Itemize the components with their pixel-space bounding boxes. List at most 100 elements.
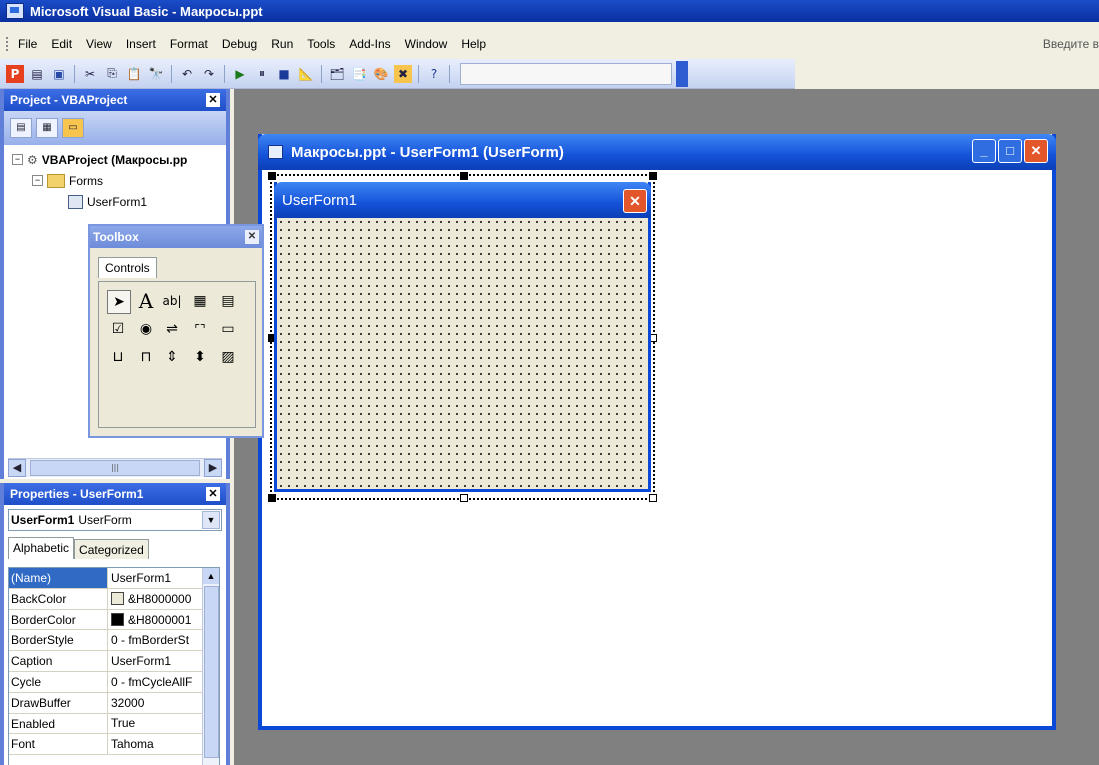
menu-edit[interactable]: Edit [51, 37, 72, 51]
object-browser-icon[interactable]: 🎨 [372, 65, 390, 83]
togglebutton-icon[interactable]: ⇌ [161, 318, 183, 340]
spinbutton-icon[interactable]: ⬍ [189, 346, 211, 368]
project-explorer-toolbar: ▤ ▦ ▭ [4, 111, 226, 145]
menu-format[interactable]: Format [170, 37, 208, 51]
toolbox-icon[interactable]: ✖ [394, 64, 412, 83]
image-icon[interactable]: ▨ [217, 346, 239, 368]
undo-icon[interactable]: ↶ [178, 65, 196, 83]
maximize-icon[interactable]: □ [998, 139, 1022, 163]
app-title-bar[interactable]: Microsoft Visual Basic - Макросы.ppt [0, 0, 1099, 22]
menu-add-ins[interactable]: Add-Ins [349, 37, 390, 51]
standard-toolbar: P ▤ ▣ ✂ ⎘ 📋 🔭 ↶ ↷ ▶ ⏸ ■ 📐 🗂 📑 🎨 ✖ ? [0, 59, 795, 89]
scroll-up-icon[interactable]: ▲ [203, 568, 219, 584]
property-row[interactable]: Caption UserForm1 [9, 651, 219, 672]
resize-handle[interactable] [649, 172, 657, 180]
property-row[interactable]: BackColor &H8000000 [9, 588, 219, 610]
chevron-down-icon[interactable]: ▼ [202, 511, 220, 529]
property-row[interactable]: Font Tahoma [9, 734, 219, 756]
menu-window[interactable]: Window [405, 37, 448, 51]
object-type: UserForm [78, 513, 132, 527]
view-code-icon[interactable]: ▤ [10, 118, 32, 138]
resize-handle[interactable] [268, 494, 276, 502]
tab-controls[interactable]: Controls [98, 257, 157, 278]
close-icon[interactable]: ✕ [1024, 139, 1048, 163]
redo-icon[interactable]: ↷ [200, 65, 218, 83]
menu-view[interactable]: View [86, 37, 112, 51]
resize-handle[interactable] [460, 172, 468, 180]
scroll-right-icon[interactable]: ▶ [204, 459, 222, 477]
toolbox-title-bar[interactable]: Toolbox ✕ [90, 226, 262, 248]
menu-file[interactable]: File [18, 37, 37, 51]
tabstrip-icon[interactable]: ⊔ [107, 346, 129, 368]
close-icon[interactable]: ✕ [245, 230, 259, 244]
powerpoint-icon[interactable]: P [6, 64, 24, 83]
userform-icon [268, 145, 283, 159]
find-icon[interactable]: 🔭 [147, 65, 165, 83]
close-icon[interactable]: ✕ [206, 487, 220, 501]
tab-alphabetic[interactable]: Alphabetic [8, 537, 75, 559]
scroll-thumb[interactable] [204, 586, 219, 758]
save-icon[interactable]: ▣ [50, 65, 68, 83]
property-row[interactable]: Cycle 0 - fmCycleAllF [9, 671, 219, 693]
optionbutton-icon[interactable]: ◉ [135, 318, 157, 340]
textbox-icon[interactable]: ab| [161, 290, 183, 312]
object-selector[interactable]: UserForm1 UserForm ▼ [8, 509, 222, 531]
project-horizontal-scrollbar[interactable]: ◀ ||| ▶ [8, 458, 222, 477]
collapse-icon[interactable]: − [32, 175, 43, 186]
close-icon[interactable]: ✕ [623, 189, 647, 213]
break-icon[interactable]: ⏸ [253, 65, 271, 83]
userform-grid-canvas[interactable] [277, 218, 648, 489]
scrollbar-icon[interactable]: ⇕ [161, 346, 183, 368]
minimize-icon[interactable]: _ [972, 139, 996, 163]
scroll-thumb[interactable]: ||| [30, 460, 200, 476]
multipage-icon[interactable]: ⊓ [135, 346, 157, 368]
menu-grip[interactable] [6, 37, 12, 51]
ask-question-box[interactable]: Введите в [1043, 37, 1099, 51]
close-icon[interactable]: ✕ [206, 93, 220, 107]
view-object-icon[interactable]: ▦ [36, 118, 58, 138]
menu-debug[interactable]: Debug [222, 37, 257, 51]
property-grid-scrollbar[interactable]: ▲ [202, 568, 219, 765]
menu-help[interactable]: Help [461, 37, 486, 51]
project-explorer-icon[interactable]: 🗂 [328, 65, 346, 83]
property-row[interactable]: Enabled True [9, 713, 219, 735]
toggle-folders-icon[interactable]: ▭ [62, 118, 84, 138]
property-row[interactable]: (Name) UserForm1 [9, 568, 219, 589]
copy-icon[interactable]: ⎘ [103, 65, 121, 83]
designer-title-bar[interactable]: Макросы.ppt - UserForm1 (UserForm) _ □ ✕ [258, 134, 1056, 170]
toolbar-options-button[interactable] [676, 60, 688, 87]
property-name: Enabled [9, 713, 108, 734]
paste-icon[interactable]: 📋 [125, 65, 143, 83]
tree-node-vbaproject[interactable]: − ⚙ VBAProject (Макросы.pp [12, 149, 226, 170]
help-icon[interactable]: ? [425, 65, 443, 83]
label-icon[interactable]: A [135, 290, 157, 312]
menu-tools[interactable]: Tools [307, 37, 335, 51]
design-mode-icon[interactable]: 📐 [297, 65, 315, 83]
userform1[interactable]: UserForm1 ✕ [274, 182, 651, 492]
properties-icon[interactable]: 📑 [350, 65, 368, 83]
collapse-icon[interactable]: − [12, 154, 23, 165]
select-objects-icon[interactable]: ➤ [107, 290, 131, 314]
scroll-left-icon[interactable]: ◀ [8, 459, 26, 477]
tree-node-userform1[interactable]: UserForm1 [12, 191, 226, 212]
resize-handle[interactable] [460, 494, 468, 502]
cut-icon[interactable]: ✂ [81, 65, 99, 83]
commandbutton-icon[interactable]: ▭ [217, 318, 239, 340]
checkbox-icon[interactable]: ☑ [107, 318, 129, 340]
resize-handle[interactable] [649, 494, 657, 502]
resize-handle[interactable] [268, 172, 276, 180]
menu-insert[interactable]: Insert [126, 37, 156, 51]
insert-userform-icon[interactable]: ▤ [28, 65, 46, 83]
property-row[interactable]: DrawBuffer 32000 [9, 692, 219, 714]
property-row[interactable]: BorderColor &H8000001 [9, 609, 219, 631]
run-icon[interactable]: ▶ [231, 65, 249, 83]
property-value-text: True [111, 716, 136, 731]
combobox-icon[interactable]: ▦ [189, 290, 211, 312]
frame-icon[interactable]: ⌜⌝ [189, 318, 211, 340]
property-row[interactable]: BorderStyle 0 - fmBorderSt [9, 630, 219, 652]
listbox-icon[interactable]: ▤ [217, 290, 239, 312]
reset-icon[interactable]: ■ [275, 65, 293, 83]
tab-categorized[interactable]: Categorized [74, 539, 149, 559]
tree-node-forms[interactable]: − Forms [12, 170, 226, 191]
menu-run[interactable]: Run [271, 37, 293, 51]
